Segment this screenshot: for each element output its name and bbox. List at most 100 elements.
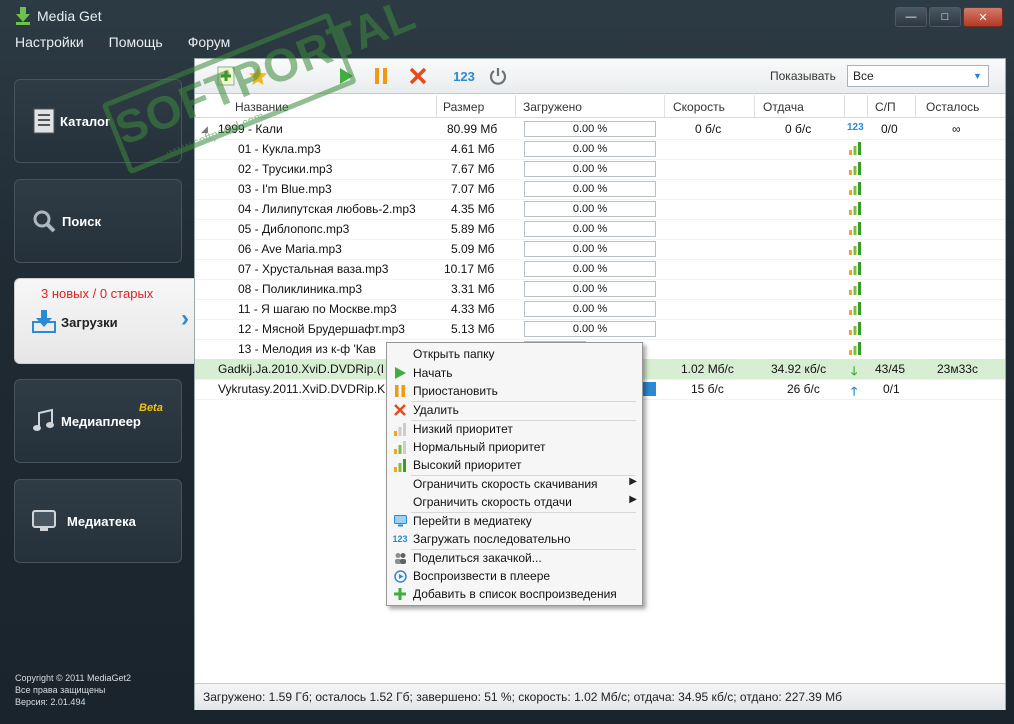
menu-priority-low[interactable]: Низкий приоритет — [387, 420, 642, 438]
delete-button[interactable] — [407, 65, 429, 87]
menu-priority-normal[interactable]: Нормальный приоритет — [387, 438, 642, 456]
menu-start[interactable]: Начать — [387, 364, 642, 382]
table-row[interactable]: 03 - I'm Blue.mp3 7.07 Мб 0.00 % — [195, 179, 1005, 200]
close-button[interactable]: ✕ — [963, 7, 1003, 27]
table-row[interactable]: 12 - Мясной Брудершафт.mp3 5.13 Мб 0.00 … — [195, 319, 1005, 340]
menu-delete[interactable]: Удалить — [387, 401, 642, 419]
rights-line: Все права защищены — [15, 685, 106, 695]
menu-item-label: Начать — [413, 366, 453, 380]
menu-go-medialibrary[interactable]: Перейти в медиатеку — [387, 512, 642, 530]
table-row[interactable]: 11 - Я шагаю по Москве.mp3 4.33 Мб 0.00 … — [195, 299, 1005, 320]
table-row[interactable]: 05 - Диблопопс.mp3 5.89 Мб 0.00 % — [195, 219, 1005, 240]
menu-forum[interactable]: Форум — [188, 34, 231, 54]
minimize-button[interactable]: — — [895, 7, 927, 27]
sidebar-item-downloads[interactable]: 3 новых / 0 старых Загрузки › — [14, 278, 206, 364]
sidebar-item-catalog[interactable]: Каталог — [14, 79, 182, 163]
plus-icon — [393, 587, 407, 601]
menu-item-label: Нормальный приоритет — [413, 440, 546, 454]
menu-limit-upload[interactable]: Ограничить скорость отдачи ▶ — [387, 493, 642, 511]
window-title: Media Get — [37, 8, 102, 24]
row-size: 3.31 Мб — [451, 282, 495, 296]
row-size: 4.33 Мб — [451, 302, 495, 316]
row-size: 4.35 Мб — [451, 202, 495, 216]
pause-icon — [393, 384, 407, 398]
sidebar-item-label: Медиаплеер — [61, 414, 141, 429]
row-progress: 0.00 % — [524, 261, 656, 277]
sidebar-item-medialibrary[interactable]: Медиатека — [14, 479, 182, 563]
play-icon — [393, 366, 407, 380]
table-row[interactable]: 01 - Кукла.mp3 4.61 Мб 0.00 % — [195, 139, 1005, 160]
row-progress: 0.00 % — [524, 321, 656, 337]
collapse-icon[interactable]: ◢ — [201, 124, 208, 135]
col-speed[interactable]: Скорость — [673, 100, 725, 114]
row-peers: 0/0 — [881, 122, 898, 136]
menu-sequential[interactable]: 123 Загружать последовательно — [387, 530, 642, 548]
sidebar-item-mediaplayer[interactable]: Медиаплеер Beta — [14, 379, 182, 463]
sidebar-item-label: Загрузки — [61, 315, 118, 330]
menu-priority-high[interactable]: Высокий приоритет — [387, 456, 642, 474]
col-remaining[interactable]: Осталось — [926, 100, 979, 114]
table-row[interactable]: 02 - Трусики.mp3 7.67 Мб 0.00 % — [195, 159, 1005, 180]
col-size[interactable]: Размер — [443, 100, 484, 114]
pause-icon — [375, 68, 387, 84]
menu-add-playlist[interactable]: Добавить в список воспроизведения — [387, 585, 642, 603]
menu-share[interactable]: Поделиться закачкой... — [387, 549, 642, 567]
filter-select[interactable]: Все ▼ — [847, 65, 989, 87]
pause-button[interactable] — [370, 65, 392, 87]
users-icon — [393, 551, 407, 565]
priority-normal-icon — [393, 440, 407, 454]
sequential-button[interactable]: 123 — [451, 65, 477, 87]
search-icon — [33, 210, 56, 233]
priority-icon — [849, 182, 861, 195]
row-speed: 1.02 Мб/с — [681, 362, 734, 376]
version-line: Версия: 2.01.494 — [15, 697, 86, 707]
table-row[interactable]: 08 - Поликлиника.mp3 3.31 Мб 0.00 % — [195, 279, 1005, 300]
priority-icon — [849, 202, 861, 215]
col-downloaded[interactable]: Загружено — [523, 100, 582, 114]
add-torrent-button[interactable] — [215, 65, 237, 87]
table-row[interactable]: 04 - Лилипутская любовь-2.mp3 4.35 Мб 0.… — [195, 199, 1005, 220]
close-icon: ✕ — [978, 11, 988, 24]
row-size: 7.67 Мб — [451, 162, 495, 176]
start-button[interactable] — [335, 65, 357, 87]
table-row[interactable]: 07 - Хрустальная ваза.mp3 10.17 Мб 0.00 … — [195, 259, 1005, 280]
table-row[interactable]: 06 - Ave Maria.mp3 5.09 Мб 0.00 % — [195, 239, 1005, 260]
priority-icon — [849, 322, 861, 335]
table-row[interactable]: ◢ 1999 - Кали 80.99 Мб 0.00 % 0 б/с 0 б/… — [195, 119, 1005, 140]
menu-settings[interactable]: Настройки — [15, 34, 84, 54]
row-name: 08 - Поликлиника.mp3 — [238, 282, 363, 296]
priority-low-icon — [393, 422, 407, 436]
sidebar-item-label: Каталог — [60, 114, 111, 129]
power-icon — [489, 68, 507, 85]
menu-bar: Настройки Помощь Форум — [15, 34, 230, 54]
row-upload: 26 б/с — [787, 382, 820, 396]
col-name[interactable]: Название — [235, 100, 289, 114]
create-torrent-button[interactable] — [247, 65, 269, 87]
row-name: 03 - I'm Blue.mp3 — [238, 182, 332, 196]
row-progress: 0.00 % — [524, 181, 656, 197]
menu-pause[interactable]: Приостановить — [387, 382, 642, 400]
row-name: Gadkij.Ja.2010.XviD.DVDRip.(I — [218, 362, 385, 376]
row-name: 13 - Мелодия из к-ф 'Кав — [238, 342, 376, 356]
row-size: 10.17 Мб — [444, 262, 495, 276]
menu-play-in-player[interactable]: Воспроизвести в плеере — [387, 567, 642, 585]
menu-limit-download[interactable]: Ограничить скорость скачивания ▶ — [387, 475, 642, 493]
shutdown-button[interactable] — [487, 65, 509, 87]
downloads-badge: 3 новых / 0 старых — [41, 286, 154, 301]
menu-open-folder[interactable]: Открыть папку — [387, 345, 642, 363]
row-name: 07 - Хрустальная ваза.mp3 — [238, 262, 389, 276]
menu-item-label: Низкий приоритет — [413, 422, 513, 436]
row-name: 1999 - Кали — [218, 122, 283, 136]
row-name: 11 - Я шагаю по Москве.mp3 — [238, 302, 397, 316]
app-logo-icon — [16, 7, 30, 25]
menu-help[interactable]: Помощь — [109, 34, 163, 54]
sidebar-item-search[interactable]: Поиск — [14, 179, 182, 263]
row-progress: 0.00 % — [524, 221, 656, 237]
col-seeds-peers[interactable]: С/П — [875, 100, 896, 114]
maximize-button[interactable]: □ — [929, 7, 961, 27]
menu-item-label: Удалить — [413, 403, 459, 417]
play-icon — [340, 68, 353, 84]
col-upload[interactable]: Отдача — [763, 100, 804, 114]
beta-badge: Beta — [139, 402, 163, 414]
sequential-icon: 123 — [392, 534, 408, 544]
